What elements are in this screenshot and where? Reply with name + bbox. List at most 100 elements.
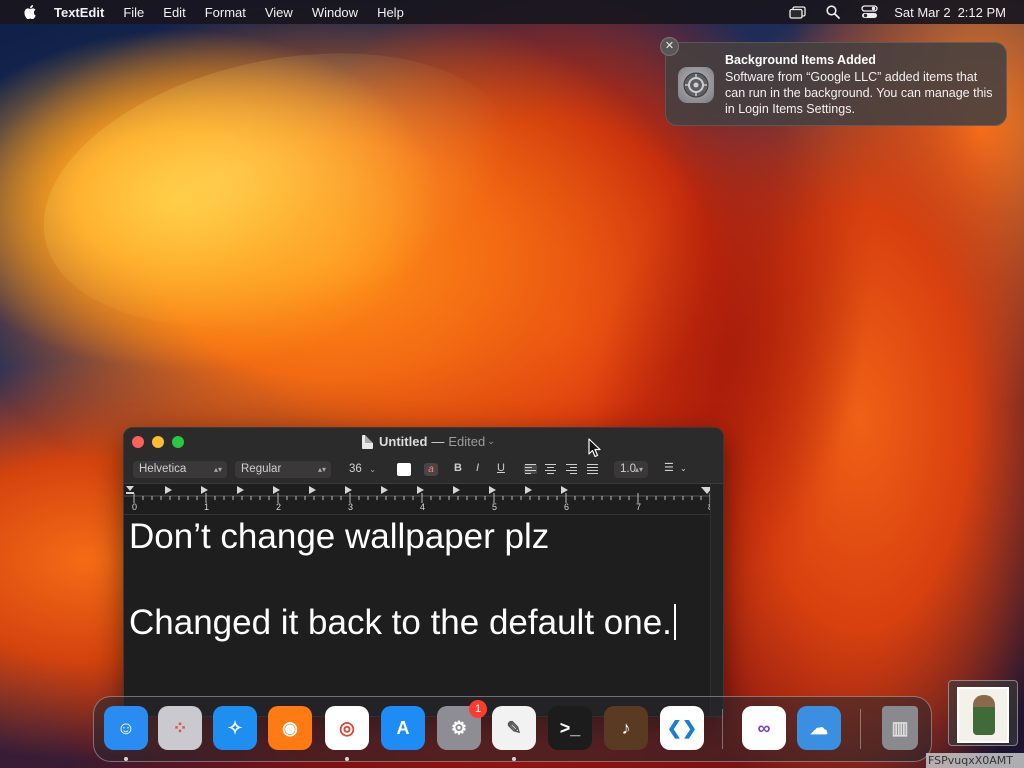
dock-app-trash[interactable]: ▥ <box>882 706 918 750</box>
font-size-value: 36 <box>349 463 362 475</box>
menu-help[interactable]: Help <box>377 5 404 20</box>
visual-studio-code-icon: ❮❯ <box>666 717 698 738</box>
textedit-icon: ✎ <box>506 717 522 738</box>
notification-badge: 1 <box>469 700 487 718</box>
dock-app-safari[interactable]: ✧ <box>213 706 257 750</box>
dock-app-textedit[interactable]: ✎ <box>492 706 536 750</box>
screenshot-thumbnail[interactable] <box>948 680 1018 746</box>
screen-mirroring-icon[interactable] <box>788 5 806 19</box>
mouse-pointer-icon <box>588 438 601 458</box>
dock-app-terminal[interactable]: >_ <box>548 706 592 750</box>
window-close-button[interactable] <box>132 436 144 448</box>
clock-date: Sat Mar 2 <box>894 4 951 20</box>
control-center-icon[interactable] <box>860 5 878 19</box>
dock-separator <box>722 709 723 749</box>
window-titlebar[interactable]: Untitled — Edited ⌄ <box>124 428 723 456</box>
notification-close-button[interactable]: ✕ <box>660 37 679 56</box>
dock-app-system-settings[interactable]: ⚙ 1 <box>437 700 487 750</box>
underline-button[interactable]: U <box>497 462 505 474</box>
app-store-icon: A <box>396 717 410 738</box>
dock-separator <box>860 709 861 749</box>
apple-menu-icon[interactable] <box>20 5 40 19</box>
window-minimize-button[interactable] <box>152 436 164 448</box>
document-status: Edited <box>448 434 486 449</box>
document-line: Changed it back to the default one. <box>129 603 672 642</box>
text-cursor <box>673 604 676 640</box>
ruler-number: 7 <box>636 502 642 512</box>
align-right-button[interactable] <box>566 464 579 474</box>
ruler-number: 3 <box>348 502 354 512</box>
font-family-popup[interactable]: Helvetica ▴▾ <box>133 461 227 478</box>
menu-view[interactable]: View <box>265 5 293 20</box>
chevron-down-icon[interactable]: ⌄ <box>487 436 495 447</box>
ruler-number: 4 <box>420 502 426 512</box>
popup-arrows-icon: ▴▾ <box>213 465 222 474</box>
list-icon: ☰ <box>664 462 674 474</box>
align-left-button[interactable] <box>524 464 537 474</box>
notification-title: Background Items Added <box>725 53 876 67</box>
window-zoom-button[interactable] <box>172 436 184 448</box>
background-items-notification[interactable]: ✕ Background Items Added Software from “… <box>660 37 1007 126</box>
menu-app-name[interactable]: TextEdit <box>54 5 104 20</box>
dock: ☺ ⁘ ✧ ◉ ◎ A ⚙ 1 ✎ >_ ♪ ❮❯ ∞ ☁ ▥ <box>93 696 932 762</box>
dock-app-finder[interactable]: ☺ <box>104 706 148 750</box>
firefox-icon: ◉ <box>282 717 298 738</box>
document-line <box>129 558 710 601</box>
wallpaper-highlight <box>18 12 542 368</box>
document-ruler[interactable]: 0 1 2 3 4 5 6 7 8 <box>124 484 713 515</box>
dock-app-garageband[interactable]: ♪ <box>604 706 648 750</box>
highlight-color-button[interactable]: a <box>424 463 438 476</box>
launchpad-icon: ⁘ <box>172 717 188 738</box>
ruler-ticks <box>124 486 710 503</box>
window-title[interactable]: Untitled — Edited ⌄ <box>362 434 495 449</box>
garageband-icon: ♪ <box>621 717 631 738</box>
dock-app-weather[interactable]: ☁ <box>797 706 841 750</box>
ruler-number: 2 <box>276 502 282 512</box>
font-style-popup[interactable]: Regular ▴▾ <box>235 461 331 478</box>
popup-arrows-icon: ▴▾ <box>317 465 326 474</box>
running-indicator <box>345 757 349 761</box>
menu-window[interactable]: Window <box>312 5 358 20</box>
running-indicator <box>512 757 516 761</box>
visual-studio-icon: ∞ <box>757 717 771 738</box>
font-style-value: Regular <box>241 463 282 475</box>
finder-icon: ☺ <box>116 717 136 738</box>
line-spacing-popup[interactable]: 1.0 ▴▾ <box>614 461 648 478</box>
title-separator: — <box>431 434 445 449</box>
ruler-number: 1 <box>204 502 210 512</box>
document-text-area[interactable]: Don’t change wallpaper plz Changed it ba… <box>124 515 710 716</box>
dock-app-app-store[interactable]: A <box>381 706 425 750</box>
textedit-window[interactable]: Untitled — Edited ⌄ Helvetica ▴▾ Regular… <box>123 427 724 717</box>
ruler-number: 0 <box>132 502 138 512</box>
dock-app-visual-studio-code[interactable]: ❮❯ <box>660 706 704 750</box>
dock-app-google-chrome[interactable]: ◎ <box>325 706 369 750</box>
menu-edit[interactable]: Edit <box>163 5 185 20</box>
dock-app-visual-studio[interactable]: ∞ <box>742 706 786 750</box>
italic-button[interactable]: I <box>476 462 479 474</box>
font-size-combo[interactable]: 36 ⌄ <box>343 461 381 478</box>
menu-file[interactable]: File <box>123 5 144 20</box>
document-line-with-cursor: Changed it back to the default one. <box>129 601 710 644</box>
list-bullets-button[interactable]: ☰ ⌄ <box>664 461 687 474</box>
popup-arrows-icon: ▴▾ <box>634 465 643 474</box>
document-icon <box>362 434 373 449</box>
chevron-down-icon: ⌄ <box>679 464 687 473</box>
clock-time: 2:12 PM <box>957 4 1006 20</box>
dock-app-firefox[interactable]: ◉ <box>268 706 312 750</box>
menu-format[interactable]: Format <box>205 5 246 20</box>
spotlight-search-icon[interactable] <box>824 5 842 19</box>
trash-icon: ▥ <box>891 717 909 738</box>
justify-button[interactable] <box>587 464 600 474</box>
ruler-number: 5 <box>492 502 498 512</box>
ruler-number: 6 <box>564 502 570 512</box>
dock-app-launchpad[interactable]: ⁘ <box>158 706 202 750</box>
align-center-button[interactable] <box>545 464 558 474</box>
vertical-scrollbar[interactable] <box>710 484 723 716</box>
menu-bar-clock[interactable]: Sat Mar 2 2:12 PM <box>894 5 1006 20</box>
text-color-swatch[interactable] <box>397 463 411 476</box>
safari-icon: ✧ <box>227 717 243 738</box>
notification-body: Software from “Google LLC” added items t… <box>725 70 993 116</box>
line-spacing-value: 1.0 <box>620 463 636 475</box>
bold-button[interactable]: B <box>454 462 462 474</box>
chevron-down-icon: ⌄ <box>369 465 376 474</box>
